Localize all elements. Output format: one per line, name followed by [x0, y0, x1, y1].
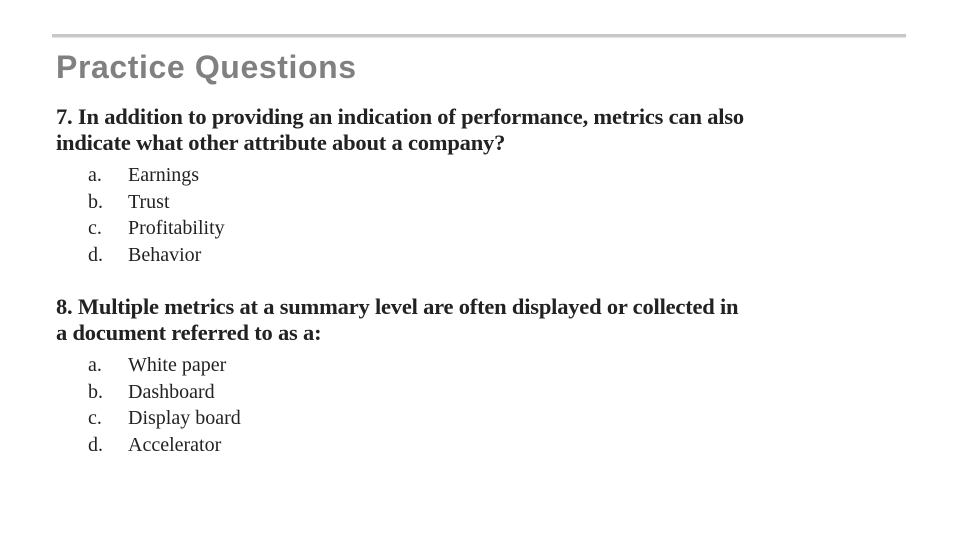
answer-option-a: a. Earnings: [56, 162, 936, 189]
question-8: 8. Multiple metrics at a summary level a…: [56, 294, 936, 458]
option-letter: a.: [88, 164, 102, 186]
slide-title: Practice Questions: [56, 49, 357, 85]
question-7: 7. In addition to providing an indicatio…: [56, 104, 936, 268]
question-text: 7. In addition to providing an indicatio…: [56, 104, 936, 156]
option-label: Profitability: [128, 217, 225, 239]
title-divider-rule: [52, 34, 906, 37]
question-text: 8. Multiple metrics at a summary level a…: [56, 294, 936, 346]
question-text-line-2: indicate what other attribute about a co…: [56, 130, 506, 155]
option-letter: c.: [88, 217, 102, 239]
option-label: Display board: [128, 407, 241, 429]
option-label: Trust: [128, 190, 170, 213]
option-letter: b.: [88, 380, 103, 403]
answer-option-c: c. Profitability: [56, 215, 936, 242]
option-label: White paper: [128, 354, 227, 376]
option-label: Behavior: [128, 243, 202, 266]
option-label: Accelerator: [128, 433, 222, 456]
option-label: Earnings: [128, 164, 200, 186]
option-label: Dashboard: [128, 380, 215, 403]
option-letter: b.: [88, 190, 103, 213]
option-letter: d.: [88, 433, 103, 456]
option-letter: c.: [88, 407, 102, 429]
answer-option-d: d. Accelerator: [56, 432, 936, 459]
answer-option-b: b. Dashboard: [56, 379, 936, 406]
answer-options: a. Earnings b. Trust c. Profitability d.…: [56, 162, 936, 268]
question-text-line-1: 8. Multiple metrics at a summary level a…: [56, 294, 739, 319]
option-letter: a.: [88, 354, 102, 376]
answer-option-b: b. Trust: [56, 189, 936, 216]
answer-option-c: c. Display board: [56, 405, 936, 432]
answer-option-d: d. Behavior: [56, 242, 936, 269]
answer-options: a. White paper b. Dashboard c. Display b…: [56, 352, 936, 458]
question-text-line-1: 7. In addition to providing an indicatio…: [56, 104, 744, 129]
option-letter: d.: [88, 243, 103, 266]
answer-option-a: a. White paper: [56, 352, 936, 379]
question-text-line-2: a document referred to as a:: [56, 320, 322, 345]
